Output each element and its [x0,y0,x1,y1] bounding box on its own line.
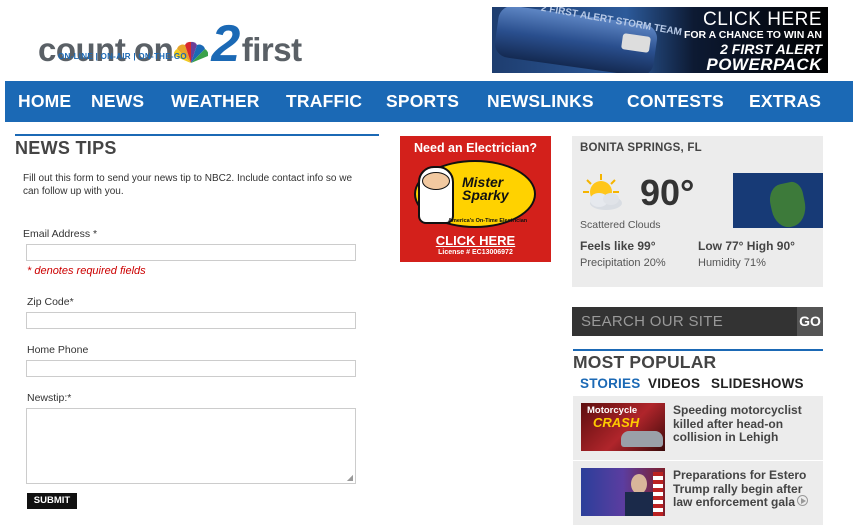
nav-traffic[interactable]: TRAFFIC [286,81,362,122]
humidity: Humidity 71% [698,257,766,269]
resize-grip-icon[interactable]: ◢ [347,473,353,482]
site-logo[interactable]: count on 2first ON-LINE | ON-AIR | ON-TH… [38,14,328,73]
car-image [621,431,663,447]
home-phone-field[interactable] [26,360,356,377]
ad-license: License # EC13006972 [438,249,513,256]
search-go-button[interactable]: GO [797,307,823,336]
most-popular-title: MOST POPULAR [573,352,717,372]
nav-newslinks[interactable]: NEWSLINKS [487,81,594,122]
story-title[interactable]: Speeding motorcyclist killed after head-… [673,403,818,445]
feels-like: Feels like 99° [580,239,656,253]
nav-weather[interactable]: WEATHER [171,81,260,122]
ad-headline: Need an Electrician? [414,141,537,155]
zip-label: Zip Code* [27,296,74,308]
current-temperature: 90° [640,172,695,213]
nav-sports[interactable]: SPORTS [386,81,459,122]
list-item[interactable]: Motorcycle CRASH Speeding motorcyclist k… [573,396,823,460]
section-divider [15,134,379,136]
radar-map[interactable] [733,173,823,228]
thumb-caption-crash: CRASH [593,415,640,430]
weather-location: BONITA SPRINGS, FL [580,142,702,154]
tab-videos[interactable]: VIDEOS [648,376,700,391]
required-fields-note: * denotes required fields [27,265,146,277]
tab-stories[interactable]: STORIES [580,376,640,391]
high-low: Low 77° High 90° [698,239,795,253]
nav-news[interactable]: NEWS [91,81,144,122]
section-divider [573,349,823,351]
email-field[interactable] [26,244,356,261]
ad-brand: Mister Sparky [462,174,509,203]
florida-land [766,179,810,228]
ad-tagline: America's On-Time Electrician [448,218,528,224]
phone-label: Home Phone [27,344,89,356]
speaker-suit [625,492,653,516]
email-label: Email Address * [23,228,98,240]
list-item[interactable]: Preparations for Estero Trump rally begi… [573,461,823,525]
submit-button[interactable]: SUBMIT [27,493,77,509]
nav-home[interactable]: HOME [18,81,71,122]
nav-extras[interactable]: EXTRAS [749,81,821,122]
banner-line2: FOR A CHANCE TO WIN AN [683,29,822,41]
weather-widget[interactable]: BONITA SPRINGS, FL 90° Scattered Clouds … [572,136,823,287]
powerpack-banner-ad[interactable]: 2 FIRST ALERT STORM TEAM CLICK HERE FOR … [492,7,828,73]
page-title: NEWS TIPS [15,138,117,158]
newstip-label: Newstip:* [27,392,72,404]
precipitation: Precipitation 20% [580,257,666,269]
story-thumbnail[interactable] [581,468,665,516]
mascot-face [422,172,450,190]
flag-image [653,472,663,516]
main-nav: HOME NEWS WEATHER TRAFFIC SPORTS NEWSLIN… [5,81,853,122]
story-title[interactable]: Preparations for Estero Trump rally begi… [673,468,818,510]
logo-tagline: ON-LINE | ON-AIR | ON-THE-GO [58,52,187,61]
tab-slideshows[interactable]: SLIDESHOWS [711,376,804,391]
ad-click-here: CLICK HERE [435,233,516,248]
banner-cta: CLICK HERE [702,9,822,30]
nav-contests[interactable]: CONTESTS [627,81,724,122]
newstip-textarea[interactable]: ◢ [26,408,356,484]
weather-condition: Scattered Clouds [580,219,661,231]
logo-wordmark: count on 2first [38,15,302,73]
play-icon[interactable] [797,495,808,506]
zip-code-field[interactable] [26,312,356,329]
search-input[interactable] [572,307,797,336]
speaker-head [631,474,647,494]
mister-sparky-ad[interactable]: Need an Electrician? Mister Sparky Ameri… [400,136,551,262]
banner-line4: POWERPACK [706,55,822,73]
story-thumbnail[interactable]: Motorcycle CRASH [581,403,665,451]
search-bar [572,307,797,336]
form-intro: Fill out this form to send your news tip… [23,173,353,197]
partly-cloudy-icon [583,174,622,210]
